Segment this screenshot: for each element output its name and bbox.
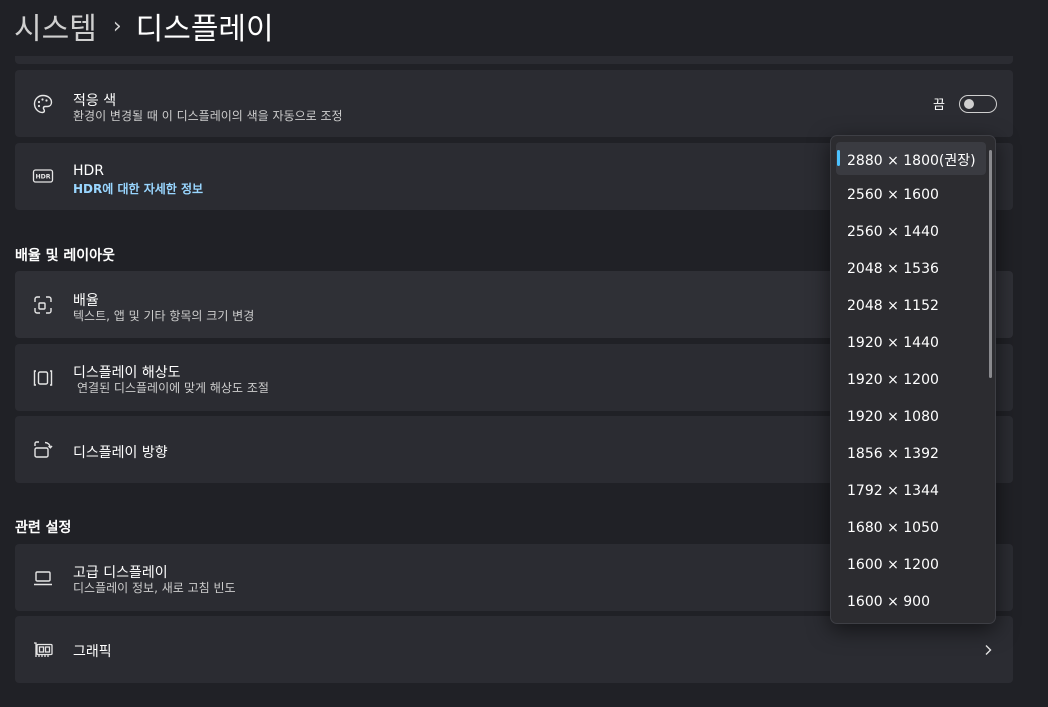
hdr-icon: HDR (32, 165, 54, 187)
resolution-dropdown[interactable]: 2880 × 1800(권장) 2560 × 1600 2560 × 1440 204… (830, 135, 996, 624)
resolution-option[interactable]: 1920 × 1440 (836, 327, 986, 360)
advanced-display-subtitle: 디스플레이 정보, 새로 고침 빈도 (73, 581, 236, 595)
toggle-knob (964, 98, 974, 109)
resolution-option-label: 2048 × 1152 (847, 298, 939, 314)
adaptive-color-subtitle: 환경이 변경될 때 이 디스플레이의 색을 자동으로 조정 (73, 109, 343, 123)
resolution-option[interactable]: 2880 × 1800(권장) (836, 142, 986, 175)
dropdown-scrollbar[interactable] (989, 150, 992, 378)
breadcrumb: 시스템 › 디스플레이 (14, 4, 274, 48)
scrolled-card-edge (15, 56, 1013, 64)
resolution-option[interactable]: 2560 × 1600 (836, 179, 986, 212)
breadcrumb-separator: › (112, 13, 122, 39)
palette-icon (32, 93, 54, 115)
scale-icon (32, 294, 54, 316)
resolution-option[interactable]: 1600 × 900 (836, 586, 986, 619)
resolution-option-label: 2880 × 1800(권장) (847, 153, 976, 169)
resolution-option-label: 2048 × 1536 (847, 261, 939, 277)
resolution-option[interactable]: 1792 × 1344 (836, 475, 986, 508)
section-related-settings: 관련 설정 (15, 520, 72, 536)
graphics-title: 그래픽 (73, 644, 112, 660)
breadcrumb-system[interactable]: 시스템 (14, 4, 97, 48)
hdr-learn-more-link[interactable]: HDR에 대한 자세한 정보 (73, 180, 203, 197)
adaptive-color-toggle-group: 끔 (933, 94, 997, 113)
graphics-card-icon (32, 639, 54, 661)
chevron-right-icon (985, 645, 992, 655)
resolution-option-label: 2560 × 1440 (847, 224, 939, 240)
graphics-card[interactable]: 그래픽 (15, 616, 1013, 683)
resolution-icon (32, 367, 54, 389)
resolution-option-label: 2560 × 1600 (847, 187, 939, 203)
resolution-option[interactable]: 1920 × 1200 (836, 364, 986, 397)
resolution-option[interactable]: 1920 × 1080 (836, 401, 986, 434)
toggle-state-label: 끔 (933, 98, 945, 113)
resolution-option-label: 1600 × 900 (847, 594, 930, 610)
resolution-option-label: 1920 × 1200 (847, 372, 939, 388)
resolution-option[interactable]: 2048 × 1536 (836, 253, 986, 286)
adaptive-color-card[interactable]: 적응 색 환경이 변경될 때 이 디스플레이의 색을 자동으로 조정 끔 (15, 70, 1013, 137)
resolution-option[interactable]: 1600 × 1200 (836, 549, 986, 582)
resolution-option[interactable]: 2048 × 1152 (836, 290, 986, 323)
orientation-icon (32, 439, 54, 461)
adaptive-color-toggle[interactable] (959, 94, 997, 113)
laptop-icon (32, 567, 54, 589)
resolution-option-label: 1680 × 1050 (847, 520, 939, 536)
resolution-option[interactable]: 1680 × 1050 (836, 512, 986, 545)
resolution-option-label: 1792 × 1344 (847, 483, 939, 499)
svg-text:HDR: HDR (35, 174, 50, 181)
hdr-title: HDR (73, 163, 105, 179)
selection-indicator (837, 150, 840, 166)
orientation-title: 디스플레이 방향 (73, 445, 168, 461)
resolution-option-label: 1920 × 1080 (847, 409, 939, 425)
resolution-option[interactable]: 1856 × 1392 (836, 438, 986, 471)
resolution-option-label: 1600 × 1200 (847, 557, 939, 573)
scale-subtitle: 텍스트, 앱 및 기타 항목의 크기 변경 (73, 309, 255, 323)
resolution-option[interactable]: 2560 × 1440 (836, 216, 986, 249)
resolution-subtitle: 연결된 디스플레이에 맞게 해상도 조절 (77, 381, 269, 395)
section-scale-layout: 배율 및 레이아웃 (15, 248, 115, 264)
resolution-option-label: 1856 × 1392 (847, 446, 939, 462)
page-title: 디스플레이 (135, 12, 274, 47)
resolution-option-label: 1920 × 1440 (847, 335, 939, 351)
